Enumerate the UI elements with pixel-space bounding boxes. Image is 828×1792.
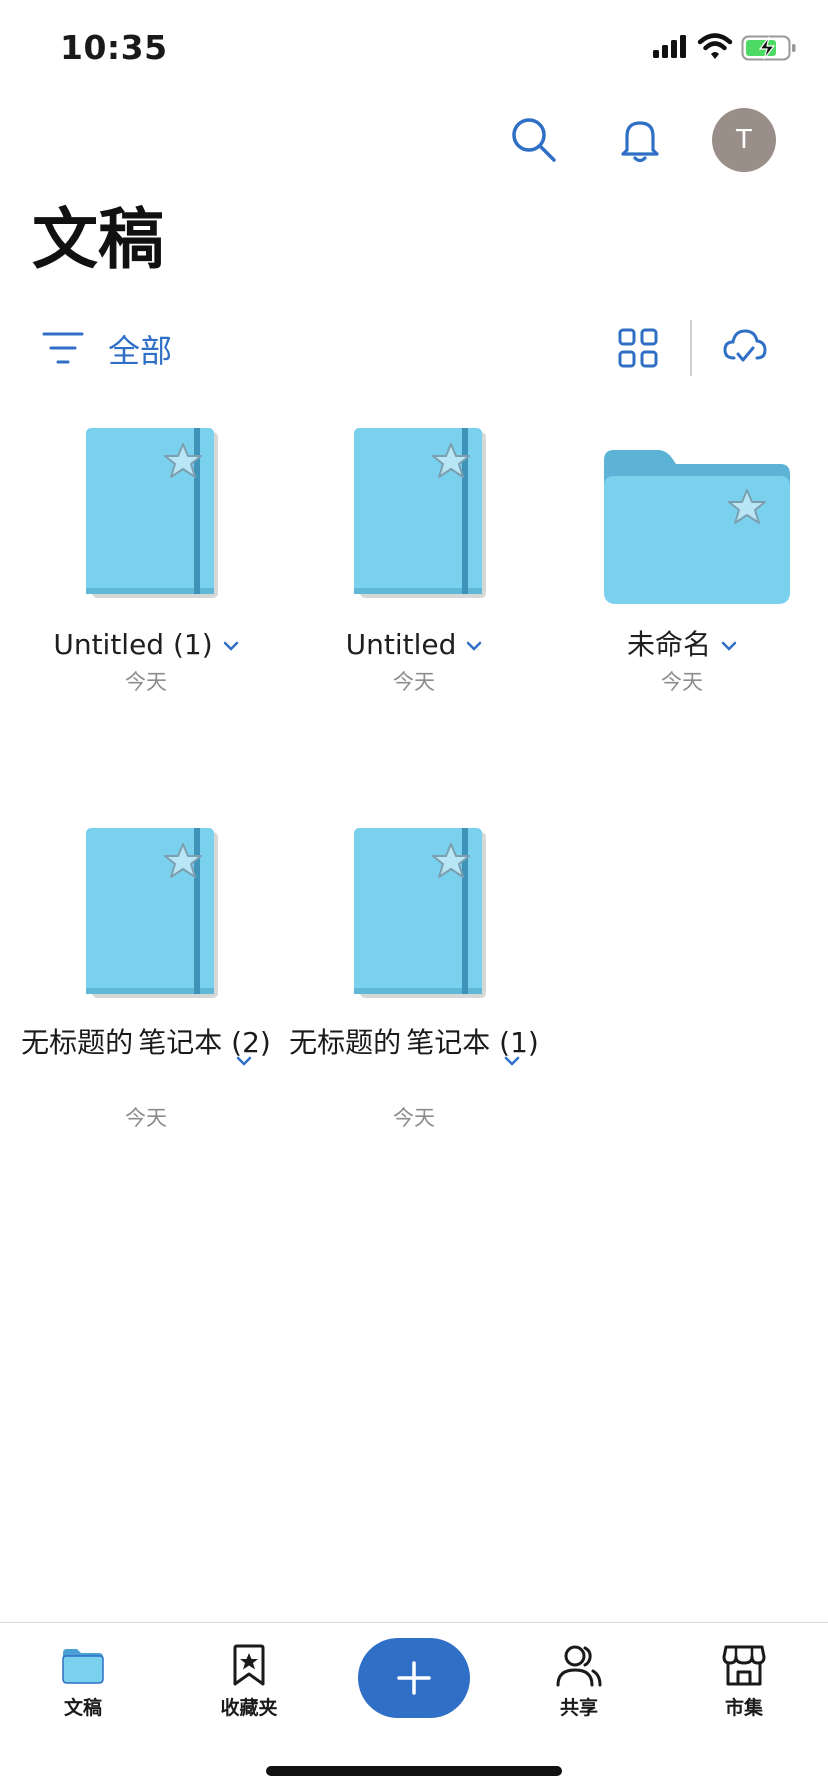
tab-label: 文稿 (63, 1697, 102, 1719)
bell-icon (621, 121, 659, 163)
tab-label: 收藏夹 (220, 1697, 278, 1719)
avatar[interactable]: T (712, 108, 776, 172)
plus-icon (397, 1661, 431, 1695)
document-name: Untitled (1) (53, 628, 213, 661)
status-time: 10:35 (60, 28, 168, 67)
document-date: 今天 (393, 670, 435, 694)
search-icon (512, 118, 556, 162)
notebook-icon (86, 428, 218, 598)
chevron-down-icon[interactable] (236, 1056, 252, 1066)
document-item[interactable]: 无标题的 笔记本 (2) 今天 (12, 818, 280, 1132)
folder-icon (604, 450, 790, 604)
people-icon (556, 1645, 602, 1687)
chevron-down-icon[interactable] (504, 1056, 520, 1066)
tab-documents[interactable]: 文稿 (23, 1643, 143, 1720)
document-name-line1: 无标题的 (21, 1026, 134, 1059)
cloud-check-icon (723, 329, 767, 362)
add-button[interactable] (358, 1638, 470, 1718)
filter-icon[interactable] (42, 330, 86, 366)
tab-favorites[interactable]: 收藏夹 (189, 1643, 309, 1720)
notebook-icon (354, 428, 486, 598)
folder-icon (62, 1649, 104, 1684)
folder-name: 未命名 (626, 628, 711, 661)
search-button[interactable] (508, 114, 560, 166)
store-icon (722, 1645, 766, 1686)
folder-date: 今天 (661, 670, 703, 694)
grid-view-button[interactable] (618, 328, 658, 368)
notifications-button[interactable] (614, 114, 666, 166)
folder-item[interactable]: 未命名 今天 (548, 418, 816, 696)
tab-label: 市集 (724, 1697, 763, 1719)
divider (690, 320, 692, 376)
page-title: 文稿 (32, 201, 164, 278)
bookmark-star-icon (233, 1644, 265, 1686)
status-bar: 10:35 (0, 0, 828, 100)
cellular-signal-icon (653, 35, 686, 58)
notebook-icon (354, 828, 486, 998)
grid-icon (618, 328, 658, 368)
document-item[interactable]: 无标题的 笔记本 (1) 今天 (280, 818, 548, 1132)
document-item[interactable]: Untitled (1) 今天 (12, 418, 280, 696)
tab-marketplace[interactable]: 市集 (684, 1643, 804, 1720)
document-item[interactable]: Untitled 今天 (280, 418, 548, 696)
document-name: Untitled (345, 628, 457, 661)
document-date: 今天 (393, 1106, 435, 1130)
tab-shared[interactable]: 共享 (519, 1643, 639, 1720)
chevron-down-icon[interactable] (223, 641, 239, 651)
sync-button[interactable] (722, 326, 768, 368)
home-indicator (266, 1766, 562, 1776)
battery-charging-icon (741, 35, 796, 61)
document-date: 今天 (125, 670, 167, 694)
document-date: 今天 (125, 1106, 167, 1130)
document-name-line1: 无标题的 (289, 1026, 402, 1059)
notebook-icon (86, 828, 218, 998)
tab-label: 共享 (559, 1697, 598, 1719)
chevron-down-icon[interactable] (721, 641, 737, 651)
chevron-down-icon[interactable] (466, 641, 482, 651)
wifi-icon (697, 33, 733, 59)
filter-label[interactable]: 全部 (108, 326, 172, 372)
